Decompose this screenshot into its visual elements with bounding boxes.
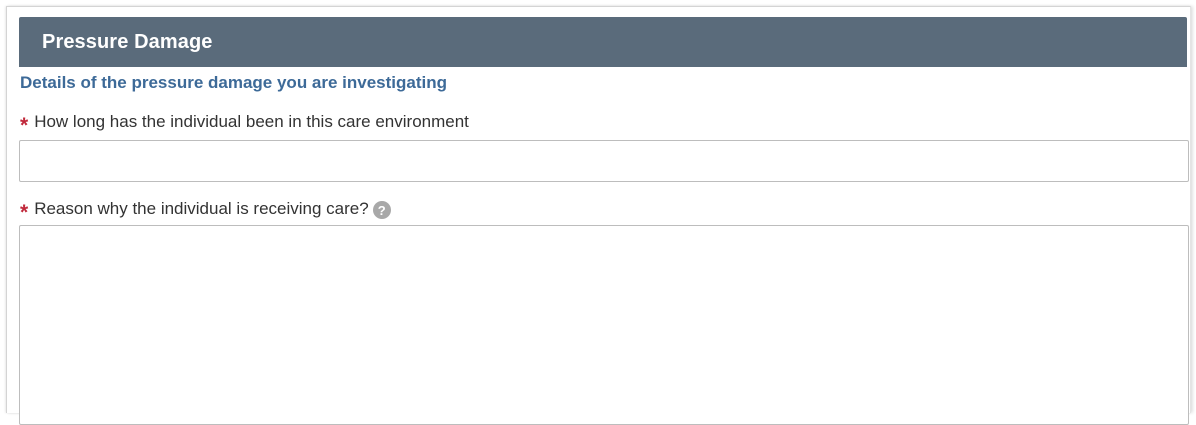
section-title: Pressure Damage: [42, 30, 213, 53]
care-duration-label-text: How long has the individual been in this…: [34, 112, 469, 131]
section-subtitle: Details of the pressure damage you are i…: [20, 73, 448, 92]
help-icon[interactable]: ?: [372, 201, 391, 219]
care-reason-label-text: Reason why the individual is receiving c…: [34, 199, 369, 218]
care-duration-input[interactable]: [19, 140, 1189, 182]
required-star-icon: *: [20, 200, 29, 224]
required-star-icon: *: [20, 113, 29, 137]
form-panel: Pressure Damage Details of the pressure …: [6, 6, 1191, 425]
section-header: Pressure Damage: [19, 17, 1187, 67]
care-reason-textarea[interactable]: [19, 225, 1189, 425]
care-reason-label: * Reason why the individual is receiving…: [20, 199, 391, 224]
care-duration-label: * How long has the individual been in th…: [20, 112, 469, 137]
